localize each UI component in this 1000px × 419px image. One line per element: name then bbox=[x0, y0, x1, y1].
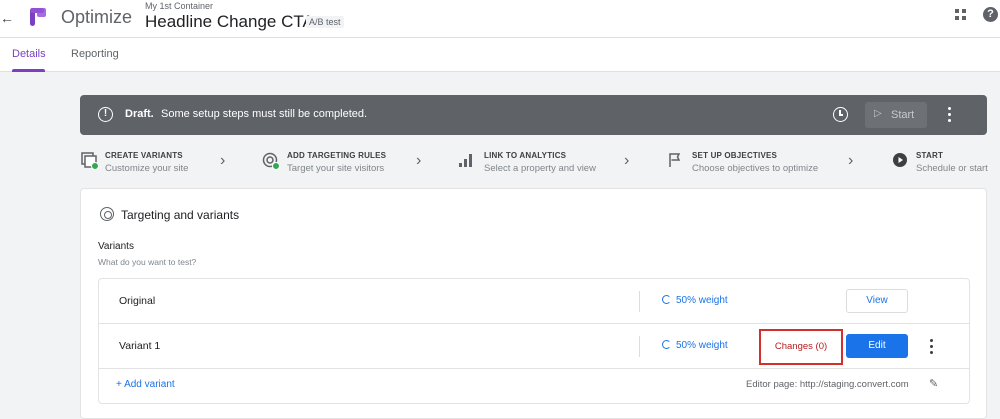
more-vert-icon[interactable] bbox=[929, 338, 935, 354]
targeting-icon bbox=[262, 152, 280, 170]
variants-subtitle: What do you want to test? bbox=[98, 257, 197, 267]
weight-ring-icon bbox=[662, 340, 671, 349]
chevron-right-icon: › bbox=[624, 152, 630, 169]
grid-apps-icon[interactable] bbox=[955, 9, 967, 21]
step-title[interactable]: ADD TARGETING RULES bbox=[287, 151, 386, 160]
info-icon: ! bbox=[98, 107, 113, 122]
step-subtitle: Select a property and view bbox=[484, 163, 596, 174]
tab-reporting[interactable]: Reporting bbox=[71, 48, 119, 60]
variant-name: Variant 1 bbox=[119, 340, 161, 352]
step-subtitle: Schedule or start bbox=[916, 163, 988, 174]
tab-details[interactable]: Details bbox=[12, 48, 46, 60]
variants-icon bbox=[81, 152, 99, 170]
weight-link[interactable]: 50% weight bbox=[662, 295, 728, 306]
start-button[interactable]: ▷ Start bbox=[865, 102, 927, 128]
draft-status-banner: ! Draft. Some setup steps must still be … bbox=[80, 95, 987, 135]
step-title[interactable]: START bbox=[916, 151, 943, 160]
arrow-left-icon[interactable]: ← bbox=[0, 8, 14, 28]
play-circle-icon bbox=[892, 152, 908, 168]
app-name: Optimize bbox=[61, 7, 133, 27]
step-title[interactable]: LINK TO ANALYTICS bbox=[484, 151, 566, 160]
banner-status: Draft. bbox=[125, 108, 154, 120]
play-icon: ▷ bbox=[874, 108, 882, 119]
divider bbox=[639, 291, 640, 312]
container-name[interactable]: My 1st Container bbox=[145, 1, 213, 11]
target-icon bbox=[100, 207, 114, 221]
chevron-right-icon: › bbox=[416, 152, 422, 169]
weight-ring-icon bbox=[662, 295, 671, 304]
editor-page-url: Editor page: http://staging.convert.com bbox=[746, 379, 909, 390]
card-title: Targeting and variants bbox=[121, 208, 240, 222]
edit-button[interactable]: Edit bbox=[846, 334, 908, 358]
pencil-icon[interactable]: ✎ bbox=[929, 377, 938, 390]
step-subtitle: Customize your site bbox=[105, 163, 189, 174]
analytics-icon bbox=[458, 152, 474, 168]
step-title[interactable]: CREATE VARIANTS bbox=[105, 151, 183, 160]
experiment-type-badge: A/B test bbox=[306, 16, 344, 28]
tab-bar: Details Reporting bbox=[0, 38, 1000, 72]
changes-label[interactable]: Changes (0) bbox=[761, 331, 841, 363]
banner-message: Some setup steps must still be completed… bbox=[161, 108, 368, 120]
view-button[interactable]: View bbox=[846, 289, 908, 313]
help-icon[interactable]: ? bbox=[983, 7, 998, 22]
experiment-title: Headline Change CTA bbox=[145, 12, 314, 31]
divider bbox=[639, 336, 640, 357]
weight-label: 50% weight bbox=[676, 340, 728, 351]
top-app-bar: ← Optimize My 1st Container Headline Cha… bbox=[0, 0, 1000, 38]
flag-icon bbox=[668, 152, 684, 168]
step-title[interactable]: SET UP OBJECTIVES bbox=[692, 151, 777, 160]
targeting-and-variants-card: Targeting and variants Variants What do … bbox=[80, 188, 987, 419]
step-subtitle: Choose objectives to optimize bbox=[692, 163, 819, 174]
schedule-clock-icon[interactable] bbox=[833, 107, 848, 122]
more-vert-icon[interactable] bbox=[946, 106, 954, 124]
variant-row-original: Original 50% weight View bbox=[99, 279, 969, 324]
optimize-logo-icon bbox=[30, 8, 46, 26]
chevron-right-icon: › bbox=[220, 152, 226, 169]
chevron-right-icon: › bbox=[848, 152, 854, 169]
variant-name: Original bbox=[119, 295, 156, 307]
active-tab-indicator bbox=[12, 69, 45, 72]
step-complete-check-icon bbox=[91, 162, 99, 170]
add-variant-link[interactable]: + Add variant bbox=[116, 379, 175, 390]
start-button-label: Start bbox=[891, 109, 915, 121]
step-complete-check-icon bbox=[272, 162, 280, 170]
changes-highlight-box[interactable]: Changes (0) bbox=[759, 329, 843, 365]
variants-heading: Variants bbox=[98, 241, 134, 252]
variants-table: Original 50% weight View Variant 1 50% w… bbox=[98, 278, 970, 404]
weight-label: 50% weight bbox=[676, 295, 728, 306]
step-subtitle: Target your site visitors bbox=[287, 163, 385, 174]
weight-link[interactable]: 50% weight bbox=[662, 340, 728, 351]
variant-row-variant-1: Variant 1 50% weight Changes (0) Edit bbox=[99, 324, 969, 369]
